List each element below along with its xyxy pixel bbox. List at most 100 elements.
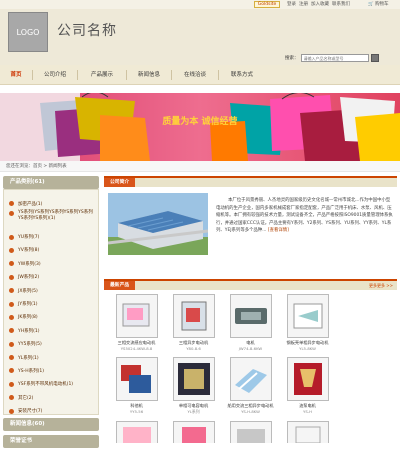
bullet-icon bbox=[9, 395, 14, 401]
nav-products[interactable]: 产品展示 bbox=[78, 65, 126, 85]
category-item[interactable]: YS-H系列(1) bbox=[9, 364, 98, 377]
product-thumb[interactable] bbox=[286, 421, 329, 443]
categories-header: 产品类别(61) bbox=[3, 176, 99, 189]
product-card[interactable] bbox=[222, 421, 279, 443]
bullet-icon bbox=[9, 211, 14, 217]
product-card-empty bbox=[336, 357, 393, 415]
top-links: 登录 注册 加入收藏 联系我们 bbox=[287, 1, 350, 8]
bullet-icon bbox=[9, 261, 14, 267]
product-thumb[interactable] bbox=[115, 357, 158, 401]
logo[interactable]: LOGO bbox=[8, 12, 48, 52]
product-thumb[interactable] bbox=[172, 421, 215, 443]
product-card[interactable]: 船用交流三相异步电动机 YS-H-8KW bbox=[222, 357, 279, 415]
category-item[interactable]: 其它(2) bbox=[9, 391, 98, 404]
bullet-icon bbox=[9, 274, 14, 280]
search-button[interactable] bbox=[370, 54, 379, 62]
category-item[interactable]: YSF系列不带风机电动机(1) bbox=[9, 378, 98, 391]
category-label: YU系列(7) bbox=[18, 235, 40, 241]
category-item[interactable]: YU系列(7) bbox=[9, 230, 98, 243]
category-label: YL系列(1) bbox=[18, 355, 39, 361]
product-card[interactable]: 三相异步电动机 Y80-8.6 bbox=[165, 294, 222, 351]
product-card[interactable] bbox=[279, 421, 336, 443]
nav-about[interactable]: 公司介绍 bbox=[33, 65, 77, 85]
product-thumb[interactable] bbox=[229, 357, 272, 401]
product-card[interactable]: 电机 JW74-8-6KW bbox=[222, 294, 279, 351]
intro-body: 本厂位于风景秀丽、人杰地灵的国家级历史文化名城—常州市城北...作为中国中小型电… bbox=[216, 198, 393, 234]
product-card[interactable]: 单相可电容电机 YL系列 bbox=[165, 357, 222, 415]
login-link[interactable]: 登录 bbox=[287, 1, 296, 8]
bullet-icon bbox=[9, 234, 14, 240]
category-item[interactable]: JK系列(8) bbox=[9, 311, 98, 324]
nav-contact[interactable]: 联系方式 bbox=[219, 65, 265, 85]
main-content: 公司简介 本厂位于风景秀丽、人杰地灵的国家级历史文化名城—常州市城北...作为中… bbox=[104, 176, 397, 443]
category-item[interactable]: 安装尺寸(7) bbox=[9, 404, 98, 417]
product-thumb[interactable] bbox=[172, 294, 215, 338]
cart-link[interactable]: 🛒 购物车 bbox=[368, 1, 389, 8]
favorite-link[interactable]: 加入收藏 bbox=[311, 1, 329, 8]
goldsite-badge[interactable]: Goldsite bbox=[254, 1, 280, 8]
products-title: 最新产品 bbox=[104, 281, 136, 290]
category-label: YS-H系列(1) bbox=[18, 368, 44, 374]
product-thumb[interactable] bbox=[229, 421, 272, 443]
nav-inquiry[interactable]: 在线洽谈 bbox=[172, 65, 218, 85]
bullet-icon bbox=[9, 368, 14, 374]
category-item[interactable]: YV系列(8) bbox=[9, 244, 98, 257]
category-item[interactable]: YW系列(3) bbox=[9, 257, 98, 270]
bullet-icon bbox=[9, 328, 14, 334]
category-label: 其它(2) bbox=[18, 395, 34, 401]
category-item[interactable]: JX系列(5) bbox=[9, 284, 98, 297]
product-thumb[interactable] bbox=[229, 294, 272, 338]
product-thumb[interactable] bbox=[115, 421, 158, 443]
product-code: YS-H bbox=[303, 409, 312, 414]
product-code: YL5-8KW bbox=[299, 346, 316, 351]
product-thumb[interactable] bbox=[286, 357, 329, 401]
news-header[interactable]: 新闻信息(60) bbox=[3, 418, 99, 431]
product-card[interactable]: 科他机 YY5-56 bbox=[108, 357, 165, 415]
search-input[interactable] bbox=[300, 54, 369, 62]
product-card[interactable]: 三相交流感应电动机 YS5024-4KW-8.8 bbox=[108, 294, 165, 351]
cart-icon: 🛒 bbox=[368, 2, 374, 7]
cart-label: 购物车 bbox=[375, 2, 389, 7]
bullet-icon bbox=[9, 381, 14, 387]
product-code: YS5024-4KW-8.8 bbox=[120, 346, 153, 351]
category-item[interactable]: YY5系列(5) bbox=[9, 338, 98, 351]
register-link[interactable]: 注册 bbox=[299, 1, 308, 8]
product-thumb[interactable] bbox=[286, 294, 329, 338]
site-header: LOGO 公司名称 搜索： bbox=[0, 9, 400, 65]
category-item[interactable]: JY系列(1) bbox=[9, 297, 98, 310]
contact-link[interactable]: 联系我们 bbox=[332, 1, 350, 8]
honor-header[interactable]: 荣誉证书 bbox=[3, 435, 99, 448]
product-grid: 三相交流感应电动机 YS5024-4KW-8.8 三相异步电动机 Y80-8.6… bbox=[104, 290, 397, 443]
main-nav: 首页 公司介绍 产品展示 新闻信息 在线洽谈 联系方式 bbox=[0, 65, 400, 85]
category-label: JY系列(1) bbox=[18, 302, 38, 308]
category-item[interactable]: 加密产品(1) bbox=[9, 197, 98, 210]
category-label: YY5系列(5) bbox=[18, 342, 42, 348]
product-card[interactable]: 油泵电机 YS-H bbox=[279, 357, 336, 415]
product-card[interactable] bbox=[108, 421, 165, 443]
category-label: YSF系列不带风机电动机(1) bbox=[18, 382, 74, 388]
category-label: JX系列(5) bbox=[18, 288, 38, 294]
category-label: YS系列(YS系列YS系列YS系列YS系列YS系列YS系列)(1) bbox=[18, 210, 93, 222]
search-label: 搜索： bbox=[285, 56, 299, 61]
category-item[interactable]: YH系列(1) bbox=[9, 324, 98, 337]
search-bar: 搜索： bbox=[285, 54, 379, 62]
product-card[interactable] bbox=[165, 421, 222, 443]
product-thumb[interactable] bbox=[115, 294, 158, 338]
category-label: YW系列(3) bbox=[18, 261, 41, 267]
bullet-icon bbox=[9, 314, 14, 320]
products-more-link[interactable]: 更多更多 >> bbox=[369, 281, 393, 290]
intro-more-link[interactable]: [查看详情] bbox=[268, 228, 289, 233]
product-thumb[interactable] bbox=[172, 357, 215, 401]
product-code: Y80-8.6 bbox=[186, 346, 201, 351]
company-intro: 本厂位于风景秀丽、人杰地灵的国家级历史文化名城—常州市城北...作为中国中小型电… bbox=[104, 187, 397, 279]
category-item[interactable]: YS系列(YS系列YS系列YS系列YS系列YS系列YS系列)(1) bbox=[9, 210, 98, 230]
category-item[interactable]: JW系列(2) bbox=[9, 271, 98, 284]
sidebar: 产品类别(61) 加密产品(1) YS系列(YS系列YS系列YS系列YS系列YS… bbox=[3, 176, 99, 450]
product-card[interactable]: 钢板壳单相异步电动机 YL5-8KW bbox=[279, 294, 336, 351]
category-item[interactable]: YL系列(1) bbox=[9, 351, 98, 364]
nav-news[interactable]: 新闻信息 bbox=[127, 65, 171, 85]
bullet-icon bbox=[9, 201, 14, 207]
bullet-icon bbox=[9, 288, 14, 294]
intro-title: 公司简介 bbox=[104, 178, 136, 187]
nav-home[interactable]: 首页 bbox=[0, 65, 32, 85]
